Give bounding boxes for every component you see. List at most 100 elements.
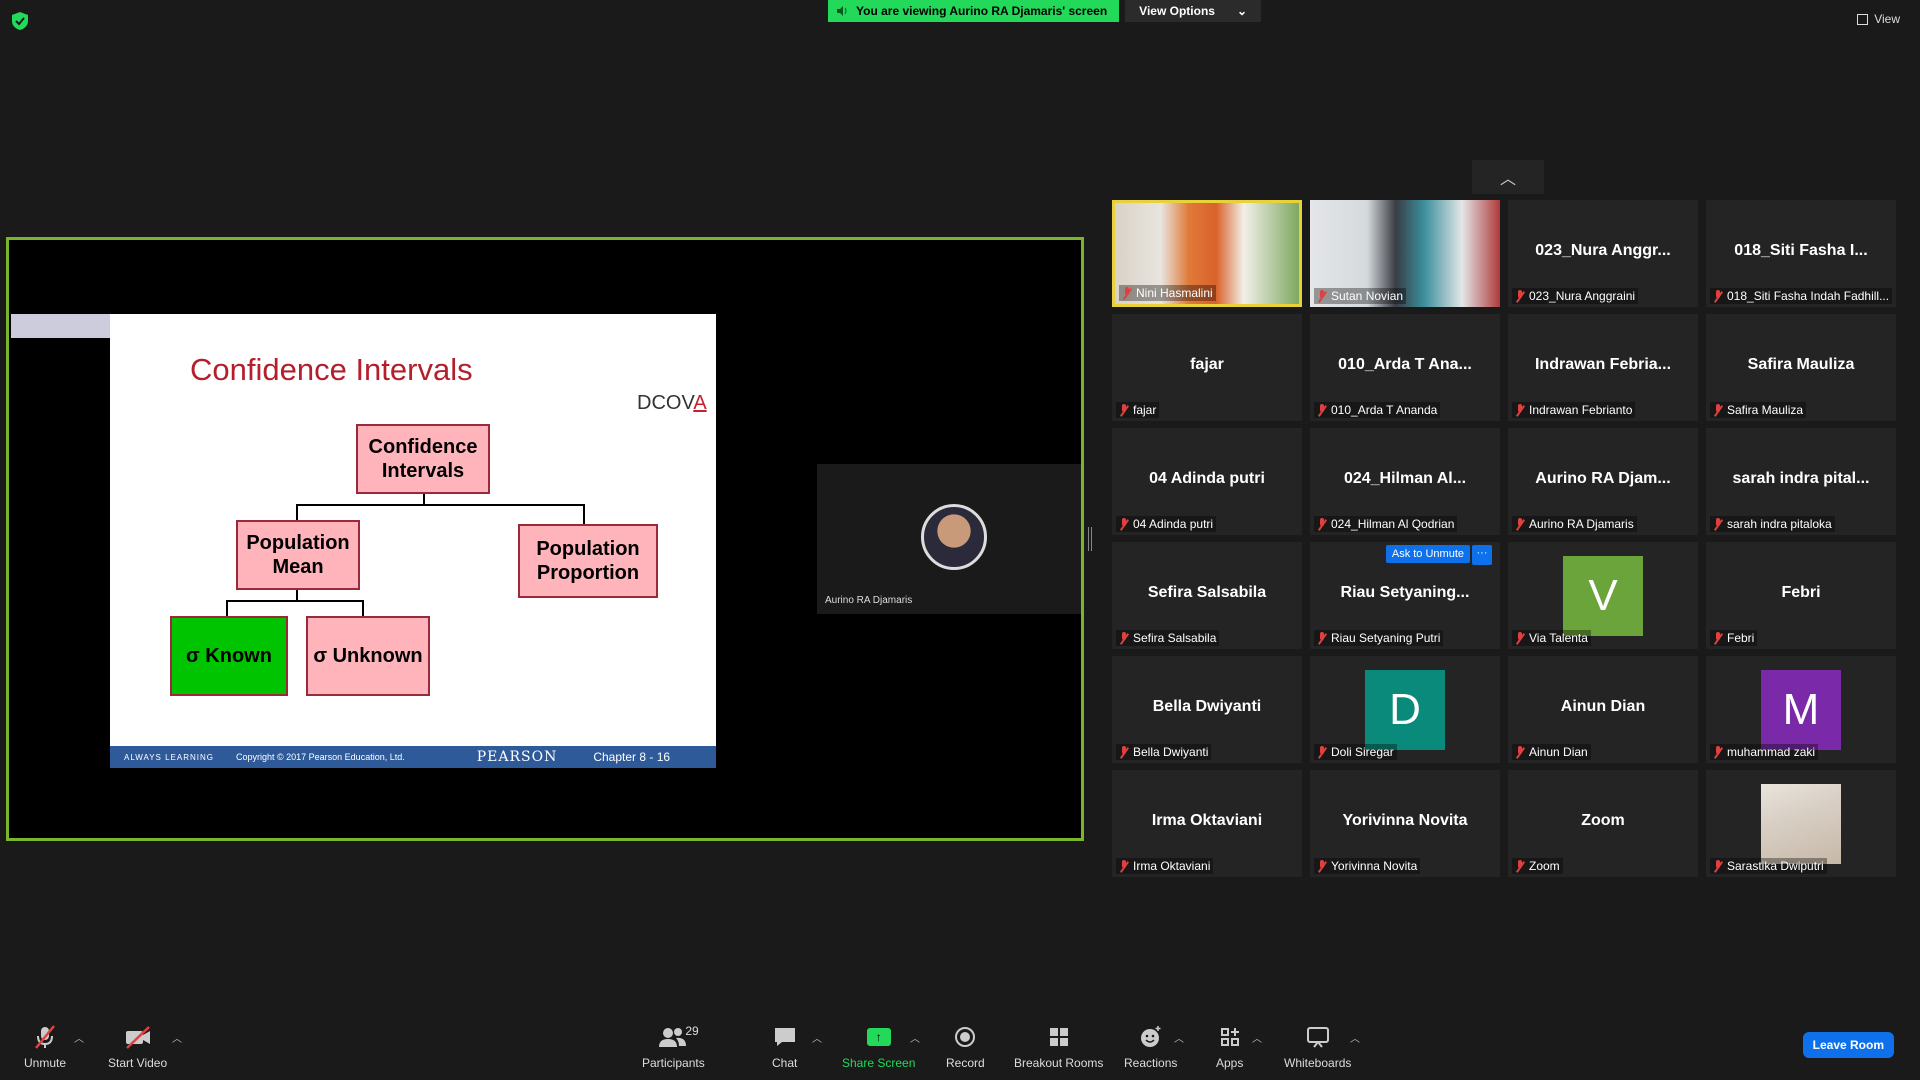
recording-mini-controls — [11, 314, 111, 338]
view-options-label: View Options — [1139, 4, 1215, 18]
start-video-button[interactable]: Start Video — [108, 1022, 167, 1070]
video-options-caret[interactable]: ︿ — [172, 1030, 182, 1045]
share-options-caret[interactable]: ︿ — [910, 1030, 920, 1045]
view-options-button[interactable]: View Options ⌄ — [1125, 0, 1262, 22]
muted-mic-icon — [1317, 518, 1327, 530]
reactions-options-caret[interactable]: ︿ — [1174, 1030, 1184, 1045]
participant-tile[interactable]: M muhammad zaki — [1706, 656, 1896, 763]
participant-tile[interactable]: Indrawan Febria... Indrawan Febrianto — [1508, 314, 1698, 421]
participant-tile[interactable]: Aurino RA Djam... Aurino RA Djamaris — [1508, 428, 1698, 535]
panel-resize-handle[interactable] — [1088, 527, 1092, 551]
chat-icon — [774, 1028, 795, 1046]
record-button[interactable]: Record — [946, 1022, 985, 1070]
chat-button[interactable]: Chat — [772, 1022, 797, 1070]
participant-tile[interactable]: V Via Talenta — [1508, 542, 1698, 649]
participants-count: 29 — [685, 1024, 699, 1038]
profile-photo — [1761, 784, 1841, 864]
whiteboard-icon — [1306, 1027, 1329, 1048]
muted-mic-icon — [1119, 632, 1129, 644]
collapse-gallery-button[interactable]: ︿ — [1472, 160, 1544, 194]
video-off-icon — [125, 1026, 150, 1049]
participant-tile[interactable]: Safira Mauliza Safira Mauliza — [1706, 314, 1896, 421]
muted-mic-icon — [1713, 632, 1723, 644]
muted-mic-icon — [1317, 290, 1327, 302]
muted-mic-icon — [1119, 860, 1129, 872]
muted-mic-icon — [1515, 404, 1525, 416]
participant-tile[interactable]: Nini Hasmalini — [1112, 200, 1302, 307]
avatar: V — [1563, 556, 1643, 636]
breakout-rooms-button[interactable]: Breakout Rooms — [1014, 1022, 1103, 1070]
chevron-up-icon: ︿ — [1499, 171, 1516, 188]
box-sigma-unknown: σ Unknown — [306, 616, 430, 696]
avatar: D — [1365, 670, 1445, 750]
record-icon — [955, 1027, 976, 1047]
participant-tile[interactable]: 018_Siti Fasha I... 018_Siti Fasha Indah… — [1706, 200, 1896, 307]
participant-tile[interactable]: D Doli Siregar — [1310, 656, 1500, 763]
security-shield-icon[interactable] — [12, 12, 28, 30]
view-label: View — [1874, 12, 1900, 26]
more-options-button[interactable]: ··· — [1472, 545, 1492, 565]
participant-tile[interactable]: Sefira Salsabila Sefira Salsabila — [1112, 542, 1302, 649]
avatar: M — [1761, 670, 1841, 750]
participant-tile[interactable]: sarah indra pital... sarah indra pitalok… — [1706, 428, 1896, 535]
muted-mic-icon — [1515, 860, 1525, 872]
apps-options-caret[interactable]: ︿ — [1252, 1030, 1262, 1045]
muted-mic-icon — [1317, 632, 1327, 644]
participant-tile[interactable]: Bella Dwiyanti Bella Dwiyanti — [1112, 656, 1302, 763]
participant-tile[interactable]: 023_Nura Anggr... 023_Nura Anggraini — [1508, 200, 1698, 307]
ask-to-unmute-button[interactable]: Ask to Unmute — [1385, 545, 1470, 563]
slide-footer: ALWAYS LEARNING Copyright © 2017 Pearson… — [110, 746, 716, 768]
apps-button[interactable]: Apps — [1216, 1022, 1243, 1070]
muted-mic-icon — [1317, 746, 1327, 758]
participant-tile[interactable]: 024_Hilman Al... 024_Hilman Al Qodrian — [1310, 428, 1500, 535]
muted-mic-icon — [1119, 404, 1129, 416]
muted-mic-icon — [1122, 287, 1132, 299]
viewing-notice: You are viewing Aurino RA Djamaris' scre… — [828, 0, 1120, 22]
muted-mic-icon — [1713, 860, 1723, 872]
participant-gallery: Nini Hasmalini Sutan Novian 023_Nura Ang… — [1112, 200, 1902, 880]
box-population-proportion: Population Proportion — [518, 524, 658, 598]
muted-mic-icon — [1119, 746, 1129, 758]
muted-mic-icon — [1713, 518, 1723, 530]
slide-title: Confidence Intervals — [190, 352, 473, 387]
leave-room-button[interactable]: Leave Room — [1802, 1032, 1894, 1058]
participant-tile[interactable]: 010_Arda T Ana... 010_Arda T Ananda — [1310, 314, 1500, 421]
participant-tile[interactable]: 04 Adinda putri 04 Adinda putri — [1112, 428, 1302, 535]
muted-mic-icon — [1515, 518, 1525, 530]
participant-tile[interactable]: Ainun Dian Ainun Dian — [1508, 656, 1698, 763]
meeting-toolbar: Unmute ︿ Start Video ︿ 29 Participants C… — [0, 1016, 1920, 1080]
participant-tile[interactable]: Sutan Novian — [1310, 200, 1500, 307]
participant-tile[interactable]: Ask to Unmute ··· Riau Setyaning... Riau… — [1310, 542, 1500, 649]
muted-microphone-icon — [35, 1025, 55, 1049]
box-confidence-intervals: Confidence Intervals — [356, 424, 490, 494]
view-button[interactable]: View — [1857, 12, 1900, 26]
muted-mic-icon — [1317, 860, 1327, 872]
muted-mic-icon — [1515, 290, 1525, 302]
muted-mic-icon — [1713, 290, 1723, 302]
share-screen-button[interactable]: ↑ Share Screen — [842, 1022, 915, 1070]
participant-tile[interactable]: Yorivinna Novita Yorivinna Novita — [1310, 770, 1500, 877]
participants-button[interactable]: 29 Participants — [642, 1022, 705, 1070]
viewing-text: You are viewing Aurino RA Djamaris' scre… — [856, 4, 1108, 18]
muted-mic-icon — [1119, 518, 1129, 530]
participant-tile[interactable]: Zoom Zoom — [1508, 770, 1698, 877]
reactions-icon — [1140, 1026, 1161, 1047]
box-sigma-known: σ Known — [170, 616, 288, 696]
whiteboards-options-caret[interactable]: ︿ — [1350, 1030, 1360, 1045]
presenter-video: Aurino RA Djamaris — [817, 464, 1081, 614]
reactions-button[interactable]: Reactions — [1124, 1022, 1177, 1070]
participant-tile[interactable]: Irma Oktaviani Irma Oktaviani — [1112, 770, 1302, 877]
apps-icon — [1220, 1028, 1239, 1046]
grid-view-icon — [1857, 13, 1869, 25]
chat-options-caret[interactable]: ︿ — [812, 1030, 822, 1045]
shared-screen: Confidence Intervals DCOVA Confidence In… — [6, 237, 1084, 841]
whiteboards-button[interactable]: Whiteboards — [1284, 1022, 1351, 1070]
participant-tile[interactable]: Febri Febri — [1706, 542, 1896, 649]
muted-mic-icon — [1515, 746, 1525, 758]
unmute-button[interactable]: Unmute — [24, 1022, 66, 1070]
slide-brand: DCOVA — [637, 392, 707, 414]
participant-tile[interactable]: Sarastika Dwiputri — [1706, 770, 1896, 877]
participant-tile[interactable]: fajar fajar — [1112, 314, 1302, 421]
participants-icon — [659, 1028, 687, 1047]
audio-options-caret[interactable]: ︿ — [74, 1030, 84, 1045]
